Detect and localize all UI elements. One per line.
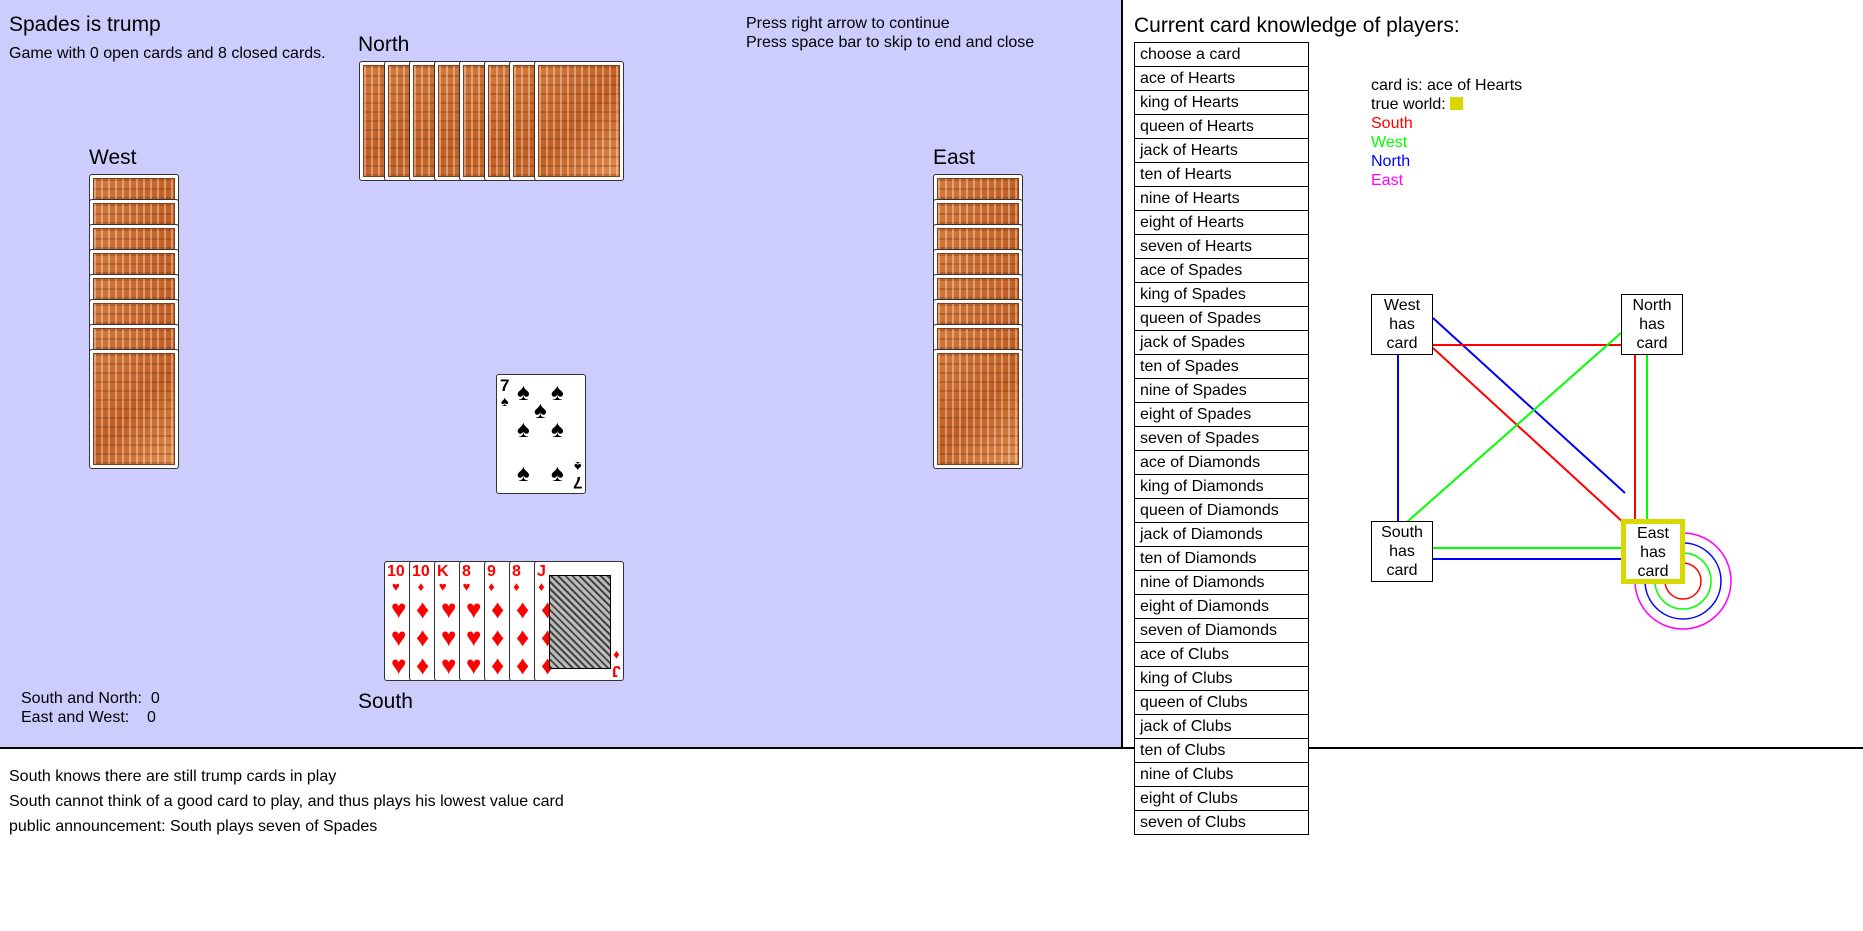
world-node-north[interactable]: North has card — [1621, 294, 1683, 355]
log-line: public announcement: South plays seven o… — [9, 818, 378, 835]
world-node-south[interactable]: South has card — [1371, 521, 1433, 582]
message-log: South knows there are still trump cards … — [9, 764, 564, 839]
world-node-east[interactable]: East has card — [1621, 519, 1685, 584]
game-window: Spades is trump Game with 0 open cards a… — [0, 0, 1863, 931]
log-line: South cannot think of a good card to pla… — [9, 793, 564, 810]
edge-west-north-south — [1406, 332, 1622, 523]
edge-south-west-east — [1432, 347, 1626, 525]
log-line: South knows there are still trump cards … — [9, 768, 337, 785]
world-node-west[interactable]: West has card — [1371, 294, 1433, 355]
